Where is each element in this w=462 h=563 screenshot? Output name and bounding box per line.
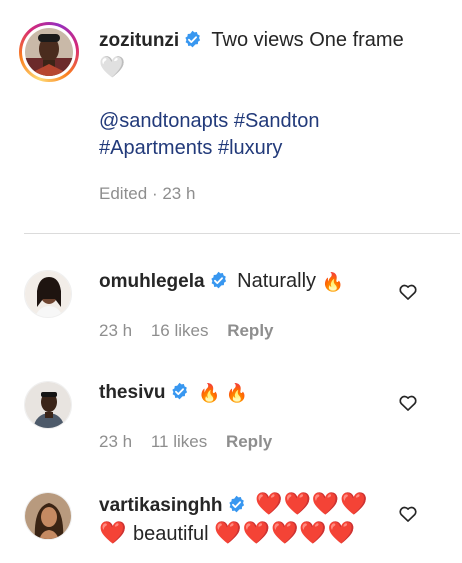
reply-button[interactable]: Reply xyxy=(226,432,272,451)
heart-outline-icon[interactable] xyxy=(398,504,418,524)
fire-emoji: 🔥 xyxy=(321,272,345,292)
caption-text: zozitunzi Two views One frame 🤍 xyxy=(98,27,439,82)
author-avatar[interactable] xyxy=(25,28,73,76)
heart-outline-icon[interactable] xyxy=(398,282,418,302)
verified-badge-icon xyxy=(228,495,244,513)
fire-emoji: 🔥 🔥 xyxy=(198,383,248,403)
caption-meta: Edited · 23 h xyxy=(99,184,195,204)
red-hearts-emoji: ❤️❤️❤️❤️❤️ xyxy=(214,520,357,545)
comment-likes[interactable]: 16 likes xyxy=(151,321,209,340)
commenter-avatar[interactable] xyxy=(24,492,72,540)
comment-body: beautiful xyxy=(132,523,209,545)
comment-likes[interactable]: 11 likes xyxy=(151,432,207,451)
comment-text: omuhlegela Naturally 🔥 xyxy=(99,268,389,296)
verified-badge-icon xyxy=(171,382,187,400)
comment-time: 23 h xyxy=(99,321,133,340)
commenter-avatar[interactable] xyxy=(24,270,72,318)
comment-text: vartikasinghh ❤️❤️❤️❤️ ❤️ beautiful ❤️❤️… xyxy=(99,490,389,548)
caption-tags: @sandtonapts #Sandton #Apartments #luxur… xyxy=(99,108,439,162)
meta-separator: · xyxy=(151,184,158,203)
tags-line-1[interactable]: @sandtonapts #Sandton xyxy=(99,110,319,132)
comment-meta: 23 h 16 likes Reply xyxy=(99,321,274,341)
comment-text: thesivu 🔥 🔥 xyxy=(99,379,389,407)
edited-label: Edited xyxy=(99,184,148,203)
reply-button[interactable]: Reply xyxy=(227,321,273,340)
comment-username[interactable]: thesivu xyxy=(99,382,166,403)
comment-username[interactable]: omuhlegela xyxy=(99,271,205,292)
comment-username[interactable]: vartikasinghh xyxy=(99,495,223,516)
red-hearts-emoji: ❤️❤️❤️❤️ xyxy=(255,491,369,516)
comment-time: 23 h xyxy=(99,432,133,451)
red-heart-emoji: ❤️ xyxy=(99,520,128,545)
commenter-avatar[interactable] xyxy=(24,381,72,429)
caption-divider xyxy=(24,233,460,234)
story-ring-gap xyxy=(22,25,76,79)
story-ring[interactable] xyxy=(19,22,79,82)
comment-body: Naturally xyxy=(237,270,317,292)
tags-line-2[interactable]: #Apartments #luxury xyxy=(99,137,282,159)
verified-badge-icon xyxy=(210,271,226,289)
caption-body: Two views One frame xyxy=(211,29,404,51)
comment-meta: 23 h 11 likes Reply xyxy=(99,432,272,452)
white-heart-emoji: 🤍 xyxy=(98,56,126,80)
caption-time: 23 h xyxy=(162,184,196,203)
caption-username[interactable]: zozitunzi xyxy=(99,30,179,51)
verified-badge-icon xyxy=(185,30,201,48)
heart-outline-icon[interactable] xyxy=(398,393,418,413)
